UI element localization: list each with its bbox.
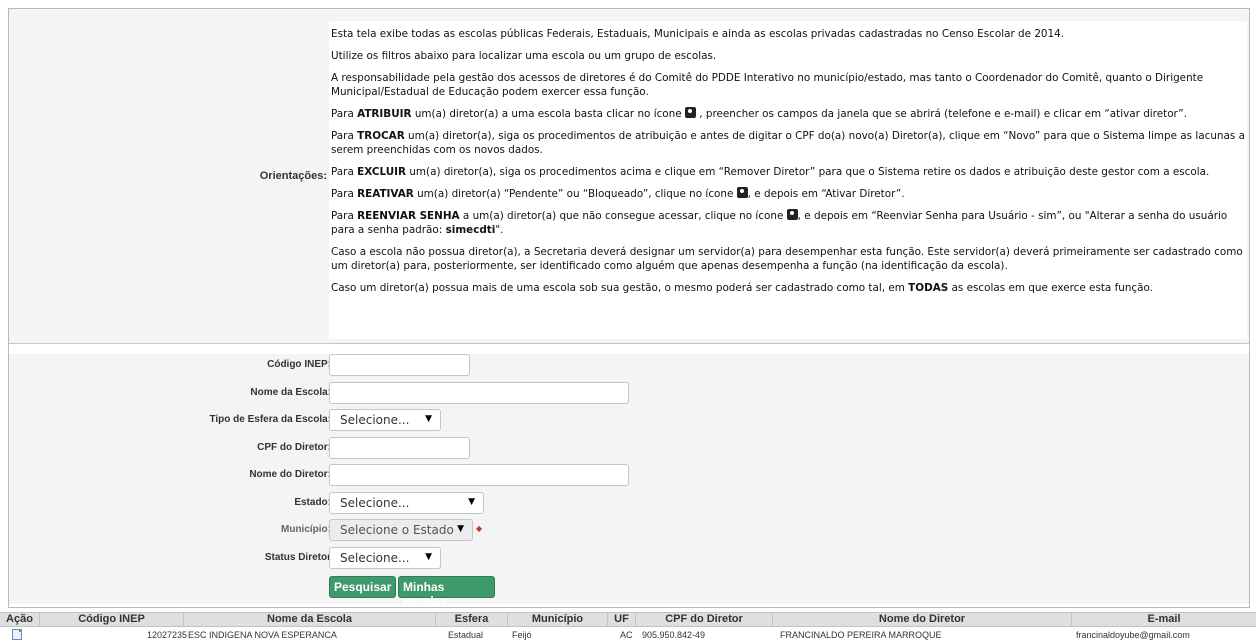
orient-paragraph-5: Para TROCAR um(a) diretor(a), siga os pr… — [331, 129, 1247, 157]
cell-municipio: Feijó — [512, 630, 532, 640]
chevron-down-icon: ▼ — [468, 497, 475, 507]
results-table-header: Ação Código INEP Nome da Escola Esfera M… — [0, 612, 1256, 627]
nome-diretor-label: Nome do Diretor: — [249, 469, 331, 480]
text: , e depois em “Ativar Diretor”. — [747, 188, 905, 200]
keyword-trocar: TROCAR — [357, 130, 405, 142]
cell-nome-diretor: FRANCINALDO PEREIRA MARROQUE — [780, 630, 942, 640]
estado-select[interactable]: Selecione... ▼ — [329, 492, 484, 514]
keyword-excluir: EXCLUIR — [357, 166, 407, 178]
nome-escola-input[interactable] — [329, 382, 629, 404]
row-status-diretor: Status Diretor Selecione... ▼ — [9, 547, 1249, 569]
orient-paragraph-8: Para REENVIAR SENHA a um(a) diretor(a) q… — [331, 209, 1247, 237]
keyword-reativar: REATIVAR — [357, 188, 414, 200]
row-tipo-esfera: Tipo de Esfera da Escola: Selecione... ▼ — [9, 409, 1249, 431]
cpf-diretor-label: CPF do Diretor: — [257, 442, 331, 453]
row-nome-escola: Nome da Escola: — [9, 382, 1249, 404]
text: um(a) diretor(a), siga os procedimentos … — [331, 130, 1245, 156]
text: Para — [331, 166, 358, 178]
text: um(a) diretor(a), siga os procedimentos … — [406, 166, 1210, 178]
text: Para — [331, 210, 358, 222]
table-row: 12027235 ESC INDIGENA NOVA ESPERANCA Est… — [0, 628, 1256, 642]
main-panel: Orientações: Esta tela exibe todas as es… — [8, 8, 1250, 608]
orient-paragraph-10: Caso um diretor(a) possua mais de uma es… — [331, 281, 1247, 295]
orient-paragraph-6: Para EXCLUIR um(a) diretor(a), siga os p… — [331, 165, 1247, 179]
row-cpf-diretor: CPF do Diretor: — [9, 437, 1249, 459]
orientacoes-section: Orientações: Esta tela exibe todas as es… — [9, 9, 1249, 343]
keyword-atribuir: ATRIBUIR — [357, 108, 412, 120]
row-codigo-inep: Código INEP: — [9, 354, 1249, 376]
text: as escolas em que exerce esta função. — [948, 282, 1153, 294]
text: um(a) diretor(a) a uma escola basta clic… — [411, 108, 685, 120]
municipio-value: Selecione o Estado — [340, 523, 454, 537]
municipio-label: Município: — [281, 524, 331, 535]
estado-label: Estado: — [294, 497, 331, 508]
row-estado: Estado: Selecione... ▼ — [9, 492, 1249, 514]
text: Para — [331, 108, 358, 120]
cpf-diretor-input[interactable] — [329, 437, 470, 459]
col-header-esfera[interactable]: Esfera — [436, 613, 508, 626]
document-edit-icon[interactable] — [12, 629, 22, 640]
minhas-escolas-button[interactable]: Minhas escolas — [398, 576, 495, 608]
row-municipio: Município: Selecione o Estado ▼ ◆ — [9, 519, 1249, 541]
nome-diretor-input[interactable] — [329, 464, 629, 486]
orientacoes-text: Esta tela exibe todas as escolas pública… — [329, 21, 1247, 339]
status-diretor-value: Selecione... — [340, 551, 410, 565]
keyword-simecdti: simecdti — [445, 224, 496, 236]
text: Para — [331, 188, 358, 200]
orient-paragraph-1: Esta tela exibe todas as escolas pública… — [331, 28, 1065, 40]
keyword-todas: TODAS — [908, 282, 949, 294]
municipio-select[interactable]: Selecione o Estado ▼ — [329, 519, 473, 541]
orient-paragraph-9: Caso a escola não possua diretor(a), a S… — [331, 246, 1243, 272]
chevron-down-icon: ▼ — [457, 524, 464, 534]
keyword-reenviar-senha: REENVIAR SENHA — [357, 210, 460, 222]
orient-paragraph-4: Para ATRIBUIR um(a) diretor(a) a uma esc… — [331, 107, 1247, 121]
nome-escola-label: Nome da Escola: — [250, 387, 331, 398]
cell-uf: AC — [620, 630, 633, 640]
chevron-down-icon: ▼ — [425, 552, 432, 562]
filter-form: Código INEP: Nome da Escola: Tipo de Esf… — [9, 354, 1249, 608]
col-header-email[interactable]: E-mail — [1072, 613, 1256, 626]
text: ". — [495, 224, 504, 236]
person-icon — [786, 209, 798, 220]
cell-esfera: Estadual — [448, 630, 484, 640]
col-header-municipio[interactable]: Município — [508, 613, 608, 626]
status-diretor-label: Status Diretor — [264, 552, 331, 563]
row-buttons: Pesquisar Minhas escolas — [9, 576, 1249, 608]
tipo-esfera-select[interactable]: Selecione... ▼ — [329, 409, 441, 431]
orientacoes-label: Orientações: — [259, 170, 327, 182]
col-header-uf[interactable]: UF — [608, 613, 636, 626]
text: Para — [331, 130, 358, 142]
text: a um(a) diretor(a) que não consegue aces… — [459, 210, 787, 222]
text: Caso um diretor(a) possua mais de uma es… — [331, 282, 909, 294]
cell-nome-escola: ESC INDIGENA NOVA ESPERANCA — [188, 630, 337, 640]
status-diretor-select[interactable]: Selecione... ▼ — [329, 547, 441, 569]
codigo-inep-label: Código INEP: — [267, 359, 331, 370]
col-header-nome-diretor[interactable]: Nome do Diretor — [773, 613, 1072, 626]
cell-cpf: 905.950.842-49 — [642, 630, 706, 640]
estado-value: Selecione... — [340, 496, 410, 510]
tipo-esfera-label: Tipo de Esfera da Escola: — [209, 414, 331, 425]
chevron-down-icon: ▼ — [425, 414, 432, 424]
person-icon — [684, 107, 696, 118]
text: , preencher os campos da janela que se a… — [695, 108, 1187, 120]
pesquisar-button[interactable]: Pesquisar — [329, 576, 396, 598]
row-nome-diretor: Nome do Diretor: — [9, 464, 1249, 486]
tipo-esfera-value: Selecione... — [340, 413, 410, 427]
col-header-codigo-inep[interactable]: Código INEP — [40, 613, 184, 626]
orient-paragraph-2: Utilize os filtros abaixo para localizar… — [331, 50, 717, 62]
col-header-acao[interactable]: Ação — [0, 613, 40, 626]
col-header-nome-escola[interactable]: Nome da Escola — [184, 613, 436, 626]
person-icon — [736, 187, 748, 198]
orient-paragraph-7: Para REATIVAR um(a) diretor(a) “Pendente… — [331, 187, 1247, 201]
codigo-inep-input[interactable] — [329, 354, 470, 376]
orient-paragraph-3: A responsabilidade pela gestão dos acess… — [331, 72, 1204, 98]
cell-email: francinaldoyube@gmail.com — [1076, 630, 1190, 640]
col-header-cpf-diretor[interactable]: CPF do Diretor — [636, 613, 773, 626]
cell-codigo-inep: 12027235 — [147, 630, 188, 640]
text: um(a) diretor(a) “Pendente” ou “Bloquead… — [413, 188, 737, 200]
divider — [9, 343, 1249, 344]
required-indicator-icon: ◆ — [476, 524, 483, 533]
